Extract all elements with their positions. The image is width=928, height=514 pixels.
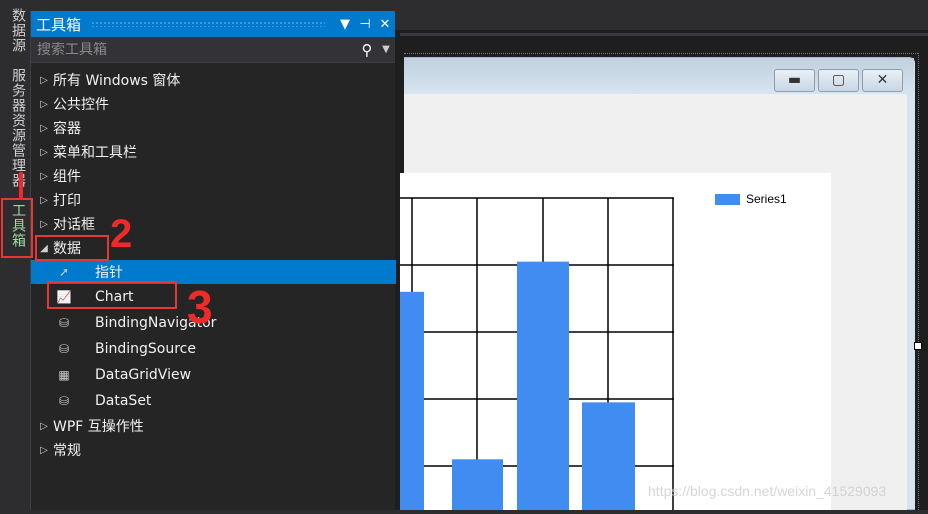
toolbox-item[interactable]: ⛁ DataSet — [31, 388, 396, 414]
side-tab-data-sources[interactable]: 数据源 — [8, 8, 28, 53]
group-label: WPF 互操作性 — [53, 419, 144, 435]
legend-label: Series1 — [746, 192, 787, 206]
toolbox-group[interactable]: ▷ WPF 互操作性 — [31, 414, 396, 438]
toolbox-group[interactable]: ▷ 所有 Windows 窗体 — [31, 68, 396, 92]
chart-bar — [582, 402, 635, 510]
toolbox-group[interactable]: ▷ 常规 — [31, 438, 396, 462]
group-label: 菜单和工具栏 — [53, 145, 137, 161]
group-label: 对话框 — [53, 217, 95, 233]
expand-arrow-icon: ▷ — [40, 146, 48, 158]
toolbox-item[interactable]: ⛁ BindingSource — [31, 336, 396, 362]
close-window-button[interactable]: ✕ — [862, 69, 903, 92]
chart-plot — [386, 197, 674, 510]
annotation-3: 3 — [187, 281, 213, 333]
chart-legend: Series1 — [715, 192, 787, 206]
search-options-icon[interactable]: ▼ — [377, 44, 395, 55]
annotation-2: 2 — [110, 212, 133, 256]
expand-arrow-icon: ▷ — [40, 122, 48, 134]
annotation-1 — [19, 172, 23, 200]
item-label: BindingSource — [95, 341, 196, 357]
annotation-box-1 — [1, 198, 33, 258]
expand-arrow-icon: ▷ — [40, 170, 48, 182]
dropdown-icon[interactable]: ▼ — [335, 17, 355, 32]
toolbox-group[interactable]: ▷ 组件 — [31, 164, 396, 188]
chart-bar — [517, 261, 569, 510]
search-input[interactable] — [31, 41, 357, 58]
resize-handle[interactable] — [914, 342, 922, 350]
watermark: https://blog.csdn.net/weixin_41529093 — [648, 483, 887, 499]
legend-swatch — [715, 193, 740, 205]
annotation-box-3 — [47, 281, 177, 309]
expand-arrow-icon: ▷ — [40, 74, 48, 86]
toolbox-group[interactable]: ▷ 打印 — [31, 188, 396, 212]
chart-bar — [452, 459, 503, 510]
maximize-button[interactable]: ▢ — [818, 69, 859, 92]
expand-arrow-icon: ▷ — [40, 194, 48, 206]
item-label: DataGridView — [95, 367, 192, 383]
toolbox-group[interactable]: ▷ 公共控件 — [31, 92, 396, 116]
selection-border-right — [918, 53, 919, 510]
item-label: DataSet — [95, 393, 152, 409]
search-icon[interactable]: ⚲ — [357, 41, 377, 59]
toolbox-title: 工具箱 — [36, 15, 82, 34]
chart-control[interactable] — [386, 173, 831, 510]
annotation-box-2 — [35, 235, 109, 261]
side-tab-server-explorer[interactable]: 服务器资源管理器 — [8, 68, 28, 188]
toolbox-item[interactable]: ▦ DataGridView — [31, 362, 396, 388]
binding-source-icon: ⛁ — [58, 342, 70, 356]
group-label: 打印 — [53, 193, 81, 209]
binding-navigator-icon: ⛁ — [58, 316, 70, 330]
expand-arrow-icon: ▷ — [40, 98, 48, 110]
pin-icon[interactable]: ⊣ — [355, 17, 375, 32]
toolbox-group[interactable]: ▷ 对话框 — [31, 212, 396, 236]
minimize-button[interactable]: ▬ — [774, 69, 815, 92]
expand-arrow-icon: ▷ — [40, 218, 48, 230]
chart-bar — [386, 291, 424, 510]
toolbox-search: ⚲ ▼ — [31, 37, 395, 63]
toolbox-group[interactable]: ▷ 菜单和工具栏 — [31, 140, 396, 164]
pointer-icon: ➚ — [58, 265, 70, 279]
close-icon[interactable]: ✕ — [375, 17, 395, 32]
dataset-icon: ⛁ — [58, 394, 70, 408]
expand-arrow-icon: ▷ — [40, 444, 48, 456]
group-label: 组件 — [53, 169, 81, 185]
group-label: 常规 — [53, 443, 81, 459]
datagridview-icon: ▦ — [58, 368, 70, 382]
expand-arrow-icon: ▷ — [40, 420, 48, 432]
toolbox-group[interactable]: ▷ 容器 — [31, 116, 396, 140]
designer-top-border — [400, 33, 928, 36]
selection-border — [404, 53, 918, 54]
toolbox-item[interactable]: ⛁ BindingNavigator — [31, 310, 396, 336]
toolbox-titlebar: 工具箱 ▼ ⊣ ✕ — [31, 11, 395, 37]
group-label: 所有 Windows 窗体 — [53, 73, 181, 89]
group-label: 容器 — [53, 121, 81, 137]
item-label: 指针 — [95, 265, 123, 281]
group-label: 公共控件 — [53, 97, 109, 113]
drag-grip[interactable] — [91, 21, 325, 27]
